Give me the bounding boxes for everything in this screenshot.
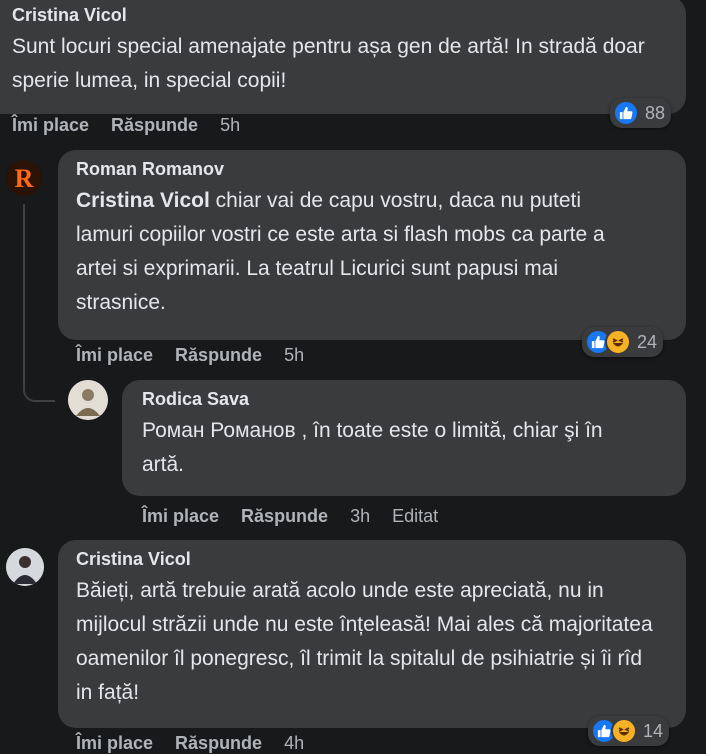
haha-reaction-icon	[605, 329, 631, 355]
comment-timestamp[interactable]: 5h	[284, 345, 304, 366]
avatar[interactable]	[68, 380, 108, 420]
mention-link[interactable]: Cristina Vicol	[76, 189, 210, 212]
avatar[interactable]	[6, 548, 44, 586]
comment-author[interactable]: Rodica Sava	[142, 388, 674, 410]
reply-link[interactable]: Răspunde	[111, 115, 198, 136]
avatar-r-logo-icon: R	[6, 160, 42, 196]
comment-timestamp[interactable]: 5h	[220, 115, 240, 136]
reply-link[interactable]: Răspunde	[175, 345, 262, 366]
reaction-count: 88	[645, 102, 666, 123]
comment-actions: Îmi place Răspunde 5h	[76, 345, 304, 366]
reaction-count: 24	[637, 331, 658, 352]
edited-label[interactable]: Editat	[392, 506, 438, 527]
haha-reaction-icon	[611, 718, 637, 744]
avatar[interactable]: R	[6, 160, 42, 196]
like-link[interactable]: Îmi place	[76, 345, 153, 366]
reply-link[interactable]: Răspunde	[175, 733, 262, 754]
reaction-summary[interactable]: 88	[610, 98, 672, 128]
comment-actions: Îmi place Răspunde 5h	[12, 115, 240, 136]
comment-text: Sunt locuri special amenajate pentru așa…	[12, 35, 645, 92]
comment-author[interactable]: Roman Romanov	[76, 158, 674, 180]
avatar-photo-icon	[6, 548, 44, 586]
comment-author[interactable]: Cristina Vicol	[12, 4, 674, 26]
svg-text:R: R	[15, 164, 34, 193]
reaction-summary[interactable]: 14	[588, 716, 670, 746]
comment-bubble: Cristina Vicol Băieți, artă trebuie arat…	[58, 540, 686, 728]
avatar-photo-icon	[68, 380, 108, 420]
comment-text: Băieți, artă trebuie arată acolo unde es…	[76, 579, 653, 704]
thread-connector	[23, 204, 55, 402]
comment-bubble: Roman Romanov Cristina Vicol chiar vai d…	[58, 150, 686, 340]
comment-actions: Îmi place Răspunde 4h	[76, 733, 304, 754]
like-link[interactable]: Îmi place	[12, 115, 89, 136]
reaction-count: 14	[643, 720, 664, 741]
like-link[interactable]: Îmi place	[142, 506, 219, 527]
reply-link[interactable]: Răspunde	[241, 506, 328, 527]
like-link[interactable]: Îmi place	[76, 733, 153, 754]
comment-timestamp[interactable]: 3h	[350, 506, 370, 527]
comment-text: Роман Романов , în toate este o limită, …	[142, 419, 603, 476]
comment-bubble: Rodica Sava Роман Романов , în toate est…	[122, 380, 686, 496]
comment-bubble: Cristina Vicol Sunt locuri special amena…	[0, 0, 686, 114]
comment-timestamp[interactable]: 4h	[284, 733, 304, 754]
reaction-summary[interactable]: 24	[582, 327, 664, 357]
like-reaction-icon	[613, 100, 639, 126]
comment-author[interactable]: Cristina Vicol	[76, 548, 674, 570]
comment-actions: Îmi place Răspunde 3h Editat	[142, 506, 438, 527]
comment-text: Cristina Vicol chiar vai de capu vostru,…	[76, 184, 674, 320]
